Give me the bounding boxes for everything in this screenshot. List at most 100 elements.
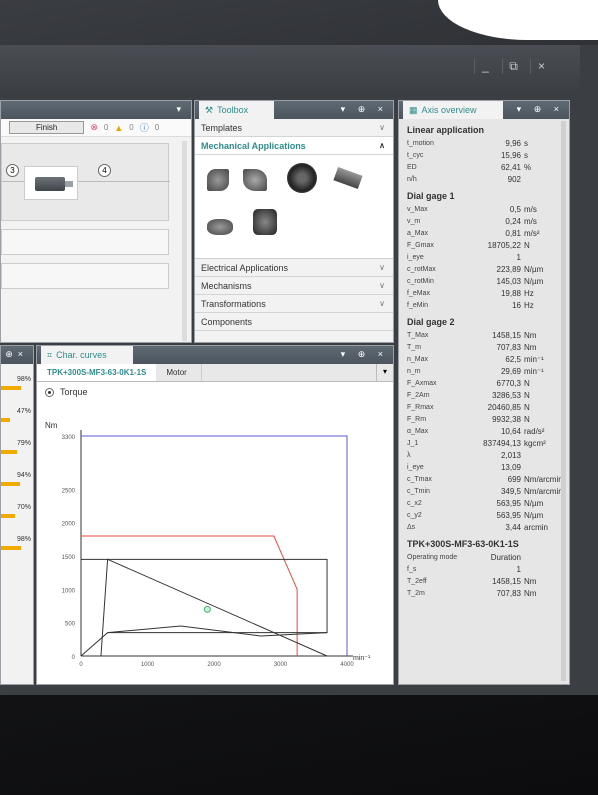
axis-value-row: c_Tmax 699 Nm/arcmin bbox=[399, 473, 569, 485]
background bbox=[438, 0, 598, 40]
utilization-bar bbox=[1, 482, 20, 486]
panel-menu-icon[interactable]: ▾ bbox=[176, 104, 186, 115]
param-name: ED bbox=[407, 163, 417, 171]
editor-field-1[interactable] bbox=[1, 229, 169, 255]
chevron-down-icon: ∨ bbox=[379, 123, 385, 132]
param-unit: arcmin bbox=[524, 522, 549, 532]
axis-overview-tab[interactable]: ▦ Axis overview bbox=[403, 101, 503, 119]
param-value: 699 bbox=[507, 474, 521, 484]
rotary-table-icon[interactable] bbox=[287, 163, 317, 193]
grid-icon: ▦ bbox=[409, 104, 418, 115]
toolbox-section-components[interactable]: Components bbox=[195, 313, 393, 331]
param-unit: s bbox=[524, 150, 528, 160]
series-line bbox=[81, 435, 348, 656]
param-name: T_m bbox=[407, 343, 421, 351]
axis-value-row: λ 2,013 bbox=[399, 449, 569, 461]
motor-image[interactable] bbox=[24, 166, 78, 200]
utilization-value: 79% bbox=[16, 440, 31, 447]
param-value: 0,5 bbox=[509, 204, 521, 214]
crank-icon[interactable] bbox=[253, 209, 277, 235]
axis-value-row: F_Axmax 6770,3 N bbox=[399, 377, 569, 389]
char-curves-header: ⌗ Char. curves ▾ ⊕ × bbox=[37, 346, 393, 364]
axis-section-heading: TPK+300S-MF3-63-0K1-1S bbox=[407, 539, 519, 549]
param-name: i_eye bbox=[407, 253, 424, 261]
restore-button[interactable]: ⧉ bbox=[502, 59, 524, 74]
drive-diagram[interactable]: 3 4 bbox=[1, 143, 170, 221]
axis-value-row: F_Rmax 20460,85 N bbox=[399, 401, 569, 413]
param-value: 19,88 bbox=[500, 288, 521, 298]
axis-scrollbar[interactable] bbox=[561, 121, 566, 681]
param-value: 9932,38 bbox=[492, 414, 521, 424]
axis-value-row: c_y2 563,95 N/µm bbox=[399, 509, 569, 521]
chevron-down-icon: ∨ bbox=[379, 263, 385, 272]
panel-controls[interactable]: ▾ ⊕ × bbox=[517, 104, 564, 115]
axis-value-row: c_x2 563,95 N/µm bbox=[399, 497, 569, 509]
gearbox-icon[interactable] bbox=[207, 219, 233, 235]
param-name: T_2m bbox=[407, 589, 425, 597]
radio-button[interactable] bbox=[45, 387, 54, 397]
axis-value-row: J_1 837494,13 kgcm² bbox=[399, 437, 569, 449]
toolbox-section-mechanisms[interactable]: Mechanisms ∨ bbox=[195, 277, 393, 295]
toolbox-section-electrical[interactable]: Electrical Applications ∨ bbox=[195, 259, 393, 277]
tab-motor[interactable]: Motor bbox=[156, 364, 203, 381]
x-tick-label: 1000 bbox=[141, 662, 155, 668]
param-unit: s bbox=[524, 138, 528, 148]
utilization-item: 94% bbox=[1, 460, 33, 492]
axis-section-heading: Dial gage 1 bbox=[407, 191, 455, 201]
param-unit: m/s² bbox=[524, 228, 540, 238]
section-label: Templates bbox=[201, 122, 243, 133]
node-3[interactable]: 3 bbox=[6, 164, 19, 177]
utilization-item: 98% bbox=[1, 524, 33, 556]
curve-tabs: TPK+300S-MF3-63-0K1-1S Motor ▾ bbox=[37, 364, 393, 382]
axis-value-row: f_s 1 bbox=[399, 563, 569, 575]
axis-value-row: T_2m 707,83 Nm bbox=[399, 587, 569, 599]
param-unit: N bbox=[524, 402, 530, 412]
param-value: 29,69 bbox=[500, 366, 521, 376]
belt-drive-icon[interactable] bbox=[243, 169, 267, 191]
toolbox-section-mechanical[interactable]: Mechanical Applications ∧ bbox=[195, 137, 393, 155]
param-name: v_m bbox=[407, 217, 421, 225]
param-value: 18705,22 bbox=[487, 240, 521, 250]
panel-controls[interactable]: ⊕× bbox=[5, 349, 28, 360]
param-value: 13,09 bbox=[500, 462, 521, 472]
error-icon: ⊗ bbox=[90, 122, 98, 132]
char-curves-tab[interactable]: ⌗ Char. curves bbox=[41, 346, 133, 364]
y-tick-label: 500 bbox=[65, 622, 76, 628]
torque-radio[interactable]: Torque bbox=[37, 382, 393, 402]
axis-overview-title: Axis overview bbox=[421, 105, 477, 115]
finish-button[interactable]: Finish bbox=[9, 121, 85, 134]
axis-value-row: v_m 0,24 m/s bbox=[399, 215, 569, 227]
close-button[interactable]: × bbox=[530, 59, 552, 74]
utilization-value: 98% bbox=[16, 536, 31, 543]
warning-icon: ▲ bbox=[114, 122, 124, 133]
axis-value-row: n_Max 62,5 min⁻¹ bbox=[399, 353, 569, 365]
dropdown-icon[interactable]: ▾ bbox=[375, 364, 393, 381]
param-value: 20460,85 bbox=[487, 402, 521, 412]
minimize-button[interactable]: _ bbox=[474, 59, 496, 74]
panel-controls[interactable]: ▾ ⊕ × bbox=[341, 104, 388, 115]
param-value: Duration bbox=[490, 552, 521, 562]
tab-gearbox[interactable]: TPK+300S-MF3-63-0K1-1S bbox=[37, 364, 157, 381]
device-bezel: _ ⧉ × ▾ Finish ⊗ 0 ▲ 0 ⓘ 0 3 4 ⚒ Toolbox… bbox=[0, 0, 598, 795]
app-screen: _ ⧉ × ▾ Finish ⊗ 0 ▲ 0 ⓘ 0 3 4 ⚒ Toolbox… bbox=[0, 45, 598, 695]
param-name: t_cyc bbox=[407, 151, 424, 159]
editor-field-2[interactable] bbox=[1, 263, 169, 289]
param-value: 9,96 bbox=[505, 138, 521, 148]
section-label: Transformations bbox=[201, 298, 266, 309]
param-name: T_2eff bbox=[407, 577, 427, 585]
toolbox-section-transformations[interactable]: Transformations ∨ bbox=[195, 295, 393, 313]
x-tick-label: 0 bbox=[79, 662, 83, 668]
node-4[interactable]: 4 bbox=[98, 164, 111, 177]
param-unit: m/s bbox=[524, 216, 537, 226]
rack-pinion-icon[interactable] bbox=[207, 169, 229, 191]
utilization-item: 47% bbox=[1, 396, 33, 428]
param-name: λ bbox=[407, 451, 411, 459]
param-name: n_m bbox=[407, 367, 421, 375]
y-tick-label: 1000 bbox=[62, 588, 76, 594]
toolbox-section-templates[interactable]: Templates ∨ bbox=[195, 119, 393, 137]
panel-controls[interactable]: ▾ ⊕ × bbox=[341, 349, 388, 360]
axis-value-row: i_eye 1 bbox=[399, 251, 569, 263]
toolbox-tab[interactable]: ⚒ Toolbox bbox=[199, 101, 275, 119]
spindle-icon[interactable] bbox=[333, 166, 363, 190]
editor-scrollbar[interactable] bbox=[182, 141, 187, 341]
